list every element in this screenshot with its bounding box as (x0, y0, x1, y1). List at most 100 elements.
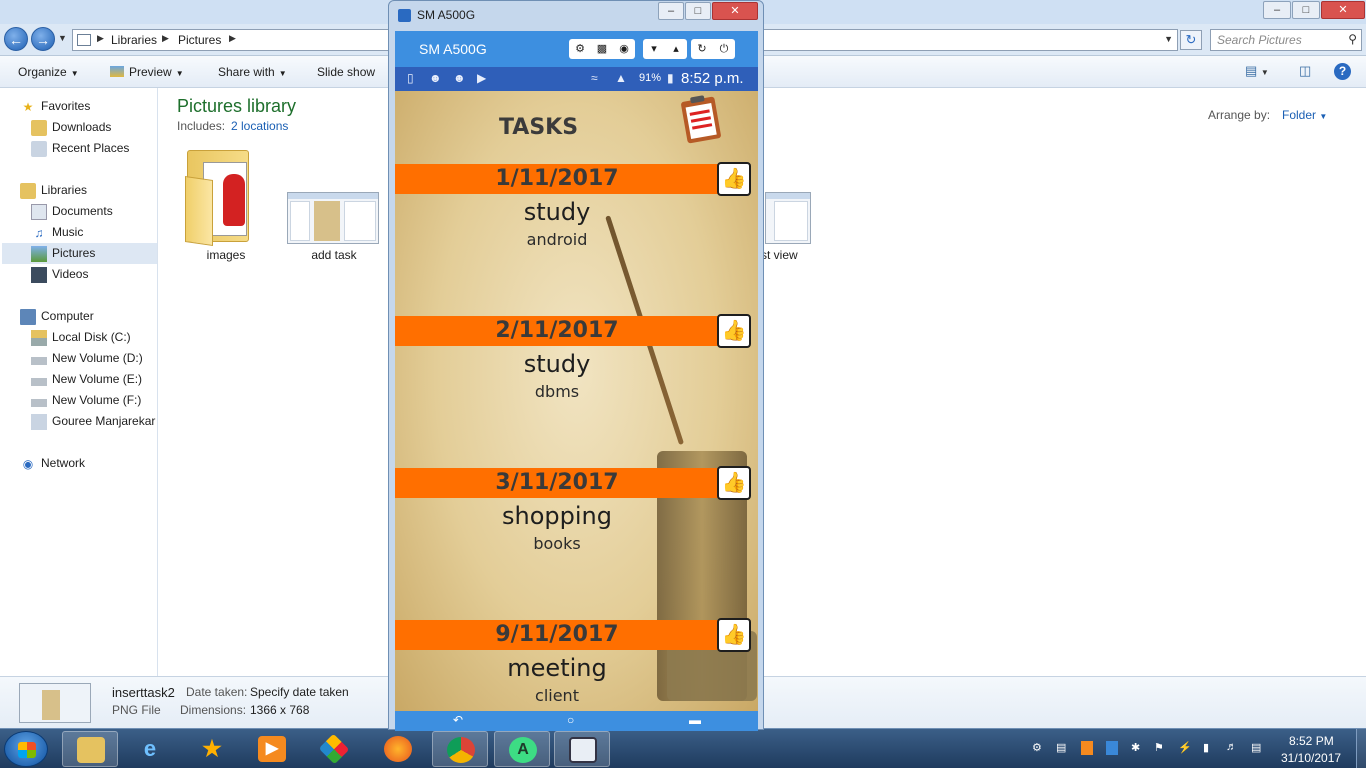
device-icon (31, 413, 47, 430)
volume-down-icon[interactable]: ▾ (643, 39, 665, 59)
nav-label: Recent Places (52, 141, 130, 155)
taskbar-explorer[interactable] (62, 731, 118, 767)
chevron-down-icon: ▼ (70, 69, 79, 78)
refresh-icon[interactable]: ↻ (1180, 30, 1202, 50)
breadcrumb-libraries[interactable]: Libraries (111, 33, 157, 47)
search-icon[interactable]: ⚲ (1348, 32, 1357, 46)
breadcrumb-separator: ▶ (229, 33, 236, 43)
nav-volume-e[interactable]: New Volume (E:) (31, 369, 142, 390)
taskbar-star-app[interactable]: ★ (184, 731, 240, 767)
tray-app-icon[interactable]: ▤ (1056, 741, 1066, 754)
nav-volume-f[interactable]: New Volume (F:) (31, 390, 141, 411)
organize-button[interactable]: Organize ▼ (18, 65, 79, 79)
notification-icon: ☻ (453, 71, 466, 85)
start-button[interactable] (4, 731, 48, 767)
minimize-button[interactable]: – (658, 2, 684, 20)
bluetooth-icon[interactable]: ✱ (1131, 741, 1140, 754)
breadcrumb-pictures[interactable]: Pictures (178, 33, 221, 47)
thumbs-up-icon[interactable]: 👍 (717, 466, 751, 500)
tray-update-icon[interactable] (1081, 741, 1093, 755)
device-name: SM A500G (419, 41, 487, 57)
history-dropdown-icon[interactable]: ▼ (58, 33, 67, 43)
nav-videos[interactable]: Videos (31, 264, 88, 285)
preview-pane-icon[interactable]: ◫ (1299, 63, 1311, 79)
network-status-icon[interactable]: ▤ (1251, 741, 1261, 754)
nav-gouree[interactable]: Gouree Manjarekar ( (31, 411, 163, 432)
organize-label: Organize (18, 65, 67, 79)
show-desktop-button[interactable] (1356, 729, 1366, 768)
volume-icon[interactable]: ♬ (1226, 741, 1237, 753)
taskbar-chrome[interactable] (432, 731, 488, 767)
action-center-icon[interactable]: ⚙ (1032, 741, 1042, 754)
arrange-by-label: Arrange by: (1208, 108, 1271, 122)
nav-downloads[interactable]: Downloads (31, 117, 111, 138)
library-title: Pictures library (177, 96, 297, 116)
nav-label: New Volume (E:) (52, 372, 143, 386)
includes-locations-link[interactable]: 2 locations (231, 119, 288, 133)
back-arrow-icon[interactable]: ← (4, 27, 28, 51)
taskbar-firefox[interactable] (370, 731, 426, 767)
volume-up-icon[interactable]: ▴ (665, 39, 687, 59)
power-icon[interactable]: ⏻ (713, 39, 735, 59)
taskbar-android-studio[interactable]: A (494, 731, 550, 767)
nav-favorites[interactable]: ★ Favorites (20, 96, 91, 117)
taskbar-ie[interactable]: e (122, 731, 178, 767)
close-button[interactable]: ✕ (712, 2, 758, 20)
taskbar: e ★ ▶ A ⚙ ▤ ✱ ⚑ ⚡ ▮ ♬ ▤ 8:52 PM 31/10/20… (0, 728, 1366, 768)
preview-button[interactable]: Preview ▼ (110, 65, 184, 79)
battery-icon[interactable]: ▮ (1203, 741, 1209, 754)
minimize-button[interactable]: – (1263, 1, 1291, 19)
navigation-pane: ★ Favorites Downloads Recent Places Libra… (0, 88, 163, 676)
share-with-button[interactable]: Share with ▼ (218, 65, 287, 79)
maximize-button[interactable]: □ (685, 2, 711, 20)
video-icon[interactable]: ▩ (591, 39, 613, 59)
address-dropdown-icon[interactable]: ▼ (1164, 34, 1173, 44)
change-view-icon[interactable]: ▤ ▼ (1245, 63, 1269, 79)
nav-documents[interactable]: Documents (31, 201, 113, 222)
tray-sync-icon[interactable] (1106, 741, 1118, 755)
help-icon[interactable]: ? (1334, 63, 1351, 80)
folder-icon (185, 148, 255, 246)
slide-show-button[interactable]: Slide show (317, 65, 375, 79)
task-card: 9/11/2017 👍 meeting client (395, 618, 758, 710)
maximize-button[interactable]: □ (1292, 1, 1320, 19)
close-button[interactable]: ✕ (1321, 1, 1365, 19)
nav-volume-d[interactable]: New Volume (D:) (31, 348, 143, 369)
nav-music[interactable]: ♫ Music (31, 222, 84, 243)
volume-controls: ▾ ▴ (643, 39, 687, 59)
nav-local-disk[interactable]: Local Disk (C:) (31, 327, 131, 348)
settings-icon[interactable]: ⚙ (569, 39, 591, 59)
chevron-down-icon: ▼ (278, 69, 287, 78)
taskbar-gem-app[interactable] (306, 731, 362, 767)
nav-pictures[interactable]: Pictures (2, 243, 157, 264)
clock-date[interactable]: 31/10/2017 (1281, 751, 1341, 765)
clock-time[interactable]: 8:52 PM (1289, 734, 1334, 748)
taskbar-media-player[interactable]: ▶ (244, 731, 300, 767)
nav-network[interactable]: ◉ Network (20, 453, 85, 474)
thumbs-up-icon[interactable]: 👍 (717, 314, 751, 348)
back-nav-icon[interactable]: ↶ (453, 713, 463, 727)
battery-icon: ▮ (667, 71, 674, 85)
preview-label: Preview (129, 65, 172, 79)
thumbs-up-icon[interactable]: 👍 (717, 162, 751, 196)
nav-computer[interactable]: Computer (20, 306, 94, 327)
date-taken-value[interactable]: Specify date taken (250, 685, 349, 699)
nav-recent-places[interactable]: Recent Places (31, 138, 129, 159)
recents-nav-icon[interactable]: ▬ (689, 713, 701, 727)
forward-arrow-icon[interactable]: → (31, 27, 55, 51)
arrange-by-dropdown[interactable]: Folder ▼ (1282, 108, 1327, 122)
nav-libraries[interactable]: Libraries (20, 180, 87, 201)
task-card: 1/11/2017 👍 study android (395, 162, 758, 254)
image-thumbnail (765, 192, 811, 244)
flag-icon[interactable]: ⚑ (1154, 741, 1164, 754)
power-plug-icon[interactable]: ⚡ (1178, 741, 1192, 754)
taskbar-phone-mirror[interactable] (554, 731, 610, 767)
task-detail: books (533, 534, 581, 553)
search-input[interactable]: Search Pictures ⚲ (1210, 29, 1362, 51)
home-nav-icon[interactable]: ○ (567, 713, 574, 727)
rotate-icon[interactable]: ↻ (691, 39, 713, 59)
nav-label: Documents (52, 204, 113, 218)
device-controls: ↻ ⏻ (691, 39, 735, 59)
thumbs-up-icon[interactable]: 👍 (717, 618, 751, 652)
camera-icon[interactable]: ◉ (613, 39, 635, 59)
